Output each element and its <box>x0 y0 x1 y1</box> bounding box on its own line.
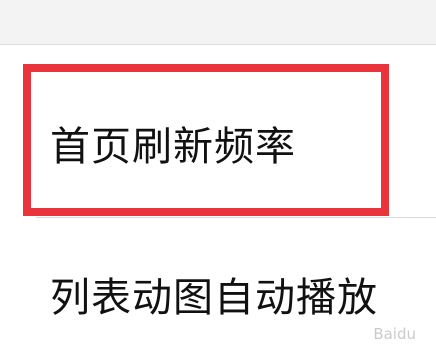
setting-list-gif-autoplay[interactable]: 列表动图自动播放 <box>0 220 436 354</box>
divider <box>36 217 436 218</box>
setting-label: 列表动图自动播放 <box>50 275 378 321</box>
top-bar <box>0 0 436 45</box>
setting-home-refresh-frequency[interactable]: 首页刷新频率 <box>0 95 436 213</box>
setting-label: 首页刷新频率 <box>50 124 296 170</box>
settings-list: 首页刷新频率 列表动图自动播放 <box>0 45 436 354</box>
settings-page: 首页刷新频率 列表动图自动播放 Baidu <box>0 0 436 354</box>
watermark: Baidu <box>373 325 416 343</box>
